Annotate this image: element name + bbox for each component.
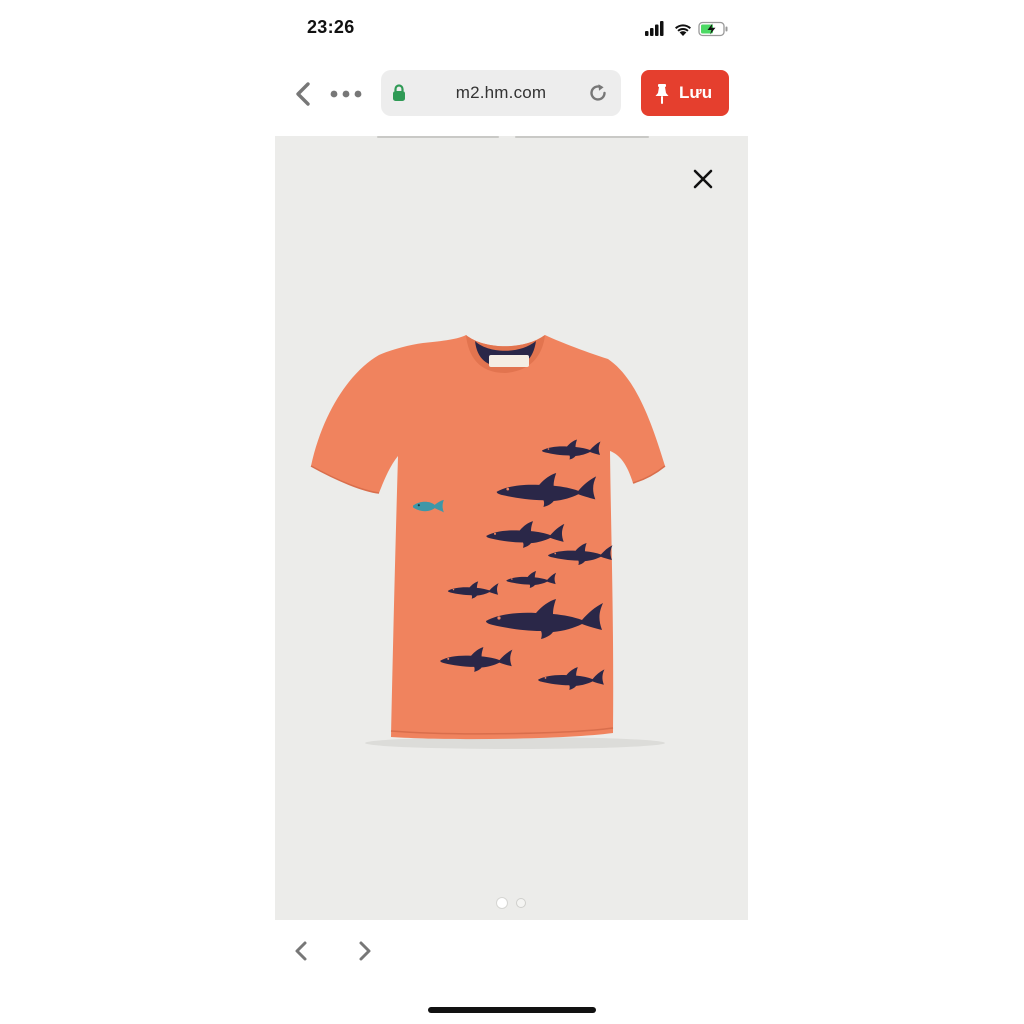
cellular-signal-icon	[645, 21, 664, 36]
pager-dot	[516, 898, 526, 908]
previous-chevron-icon[interactable]	[290, 938, 314, 964]
image-pager	[493, 895, 533, 911]
gallery-navigation	[0, 930, 1024, 974]
back-chevron-icon[interactable]	[290, 80, 316, 108]
pager-dot-active	[496, 897, 508, 909]
home-indicator[interactable]	[428, 1007, 596, 1013]
wifi-icon	[675, 24, 691, 36]
battery-charging-icon	[698, 21, 728, 37]
url-text: m2.hm.com	[455, 83, 547, 102]
browser-toolbar: m2.hm.com Lưu	[0, 64, 1024, 124]
close-icon[interactable]	[691, 167, 715, 191]
reload-icon[interactable]	[587, 82, 609, 104]
save-button[interactable]: Lưu	[641, 70, 729, 116]
save-label: Lưu	[679, 83, 713, 102]
top-edge-fragment	[377, 136, 499, 138]
status-icons	[644, 19, 734, 39]
product-photo-tshirt	[293, 331, 733, 751]
status-bar: 23:26	[0, 0, 1024, 60]
address-bar[interactable]: m2.hm.com	[381, 70, 621, 116]
pin-icon	[654, 83, 670, 105]
product-image-viewer[interactable]	[275, 136, 748, 920]
next-chevron-icon[interactable]	[352, 938, 376, 964]
status-time: 23:26	[307, 17, 355, 37]
top-edge-fragment	[515, 136, 649, 138]
more-dots-icon[interactable]	[328, 84, 364, 104]
